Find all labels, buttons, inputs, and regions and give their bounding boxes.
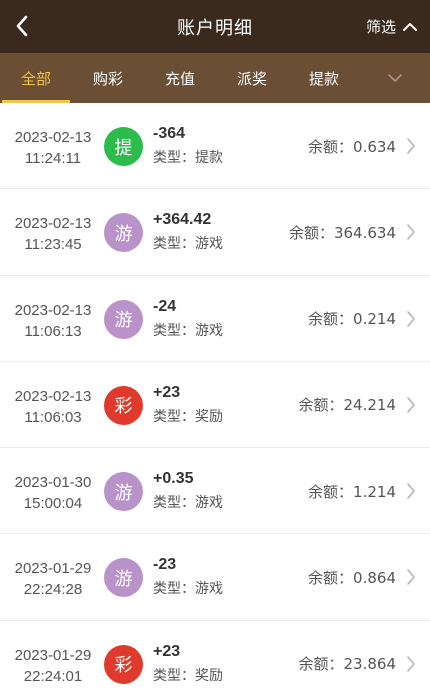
record-type-badge: 游 [104, 299, 143, 339]
chevron-right-icon [406, 448, 416, 534]
record-type-badge: 彩 [104, 385, 143, 425]
record-type: 类型：游戏 [153, 236, 223, 253]
record-type-badge: 游 [104, 213, 143, 253]
record-balance: 余额：0.214 [308, 310, 396, 329]
record-datetime: 2023-01-29 22:24:01 [6, 645, 100, 687]
record-date: 2023-01-30 [14, 474, 92, 492]
record-type: 类型：游戏 [153, 581, 223, 598]
record-type-badge: 彩 [104, 644, 143, 684]
record-type-badge: 提 [104, 127, 143, 166]
record-row[interactable]: 2023-01-29 22:24:28 游 -23 类型：游戏 余额：0.864 [0, 534, 430, 621]
record-balance: 余额：0.634 [308, 137, 396, 156]
record-datetime: 2023-01-29 22:24:28 [6, 558, 100, 600]
record-datetime: 2023-02-13 11:06:03 [6, 386, 100, 428]
record-time: 15:00:04 [23, 495, 83, 513]
record-balance: 余额：0.864 [308, 568, 396, 587]
record-date: 2023-02-13 [14, 129, 92, 146]
record-amount: +23 [153, 642, 181, 660]
chevron-up-icon [403, 22, 417, 31]
record-balance: 余额：364.634 [288, 223, 396, 242]
chevron-right-icon [406, 189, 416, 275]
tab-lottery[interactable]: 购彩 [72, 53, 144, 103]
record-date: 2023-01-29 [14, 646, 92, 664]
more-tabs-button[interactable] [360, 53, 430, 103]
tab-label: 派奖 [236, 69, 267, 88]
record-type-badge: 游 [104, 472, 143, 512]
chevron-right-icon [406, 362, 416, 448]
record-date: 2023-02-13 [14, 387, 92, 405]
tab-label: 购彩 [92, 69, 123, 88]
record-amount: +0.35 [153, 470, 194, 488]
record-datetime: 2023-02-13 11:23:45 [6, 213, 100, 255]
record-date: 2023-02-13 [14, 215, 92, 233]
filter-label: 筛选 [365, 18, 396, 36]
record-time: 22:24:01 [23, 667, 83, 685]
record-amount: -23 [153, 556, 177, 574]
record-amount: -364 [153, 125, 186, 142]
chevron-right-icon [406, 534, 416, 620]
tab-label: 全部 [20, 69, 51, 88]
record-balance: 余额：24.214 [298, 396, 397, 415]
record-row[interactable]: 2023-02-13 11:06:03 彩 +23 类型：奖励 余额：24.21… [0, 362, 430, 449]
record-datetime: 2023-02-13 11:24:11 [6, 127, 100, 169]
record-balance: 余额：23.864 [298, 655, 397, 674]
tab-recharge[interactable]: 充值 [144, 53, 216, 103]
record-type: 类型：游戏 [153, 495, 223, 512]
record-row[interactable]: 2023-02-13 11:23:45 游 +364.42 类型：游戏 余额：3… [0, 189, 430, 276]
top-bar: 账户明细 筛选 [0, 0, 430, 53]
record-amount: +364.42 [153, 211, 212, 229]
record-datetime: 2023-02-13 11:06:13 [6, 300, 100, 342]
record-time: 11:06:03 [24, 408, 82, 426]
category-tabs: 全部 购彩 充值 派奖 提款 [0, 53, 430, 103]
record-row[interactable]: 2023-01-29 22:24:01 彩 +23 类型：奖励 余额：23.86… [0, 621, 430, 696]
tab-label: 提款 [308, 69, 339, 88]
back-button[interactable] [8, 10, 36, 42]
tab-label: 充值 [164, 69, 195, 88]
record-row[interactable]: 2023-02-13 11:24:11 提 -364 类型：提款 余额：0.63… [0, 103, 430, 190]
record-type: 类型：游戏 [153, 322, 223, 339]
record-type-badge: 游 [104, 558, 143, 598]
record-time: 11:23:45 [24, 236, 82, 254]
chevron-left-icon [16, 15, 28, 37]
tab-prize[interactable]: 派奖 [216, 53, 288, 103]
filter-button[interactable]: 筛选 [366, 0, 418, 53]
page-title: 账户明细 [177, 17, 253, 39]
tab-all[interactable]: 全部 [0, 53, 72, 103]
record-time: 11:24:11 [24, 150, 82, 167]
record-balance: 余额：1.214 [308, 482, 396, 501]
record-type: 类型：提款 [153, 150, 223, 166]
chevron-down-icon [388, 74, 402, 82]
record-row[interactable]: 2023-01-30 15:00:04 游 +0.35 类型：游戏 余额：1.2… [0, 448, 430, 535]
tab-withdraw[interactable]: 提款 [288, 53, 360, 103]
record-type: 类型：奖励 [153, 667, 223, 684]
record-type: 类型：奖励 [153, 408, 223, 425]
record-amount: +23 [153, 383, 181, 401]
chevron-right-icon [406, 621, 416, 696]
record-datetime: 2023-01-30 15:00:04 [6, 472, 100, 514]
record-date: 2023-01-29 [14, 560, 92, 578]
record-list: 2023-02-13 11:24:11 提 -364 类型：提款 余额：0.63… [0, 103, 430, 696]
record-time: 22:24:28 [23, 581, 83, 599]
record-time: 11:06:13 [24, 322, 82, 340]
record-amount: -24 [153, 297, 177, 315]
record-date: 2023-02-13 [14, 301, 92, 319]
record-row[interactable]: 2023-02-13 11:06:13 游 -24 类型：游戏 余额：0.214 [0, 276, 430, 362]
chevron-right-icon [406, 103, 416, 189]
chevron-right-icon [406, 276, 416, 362]
